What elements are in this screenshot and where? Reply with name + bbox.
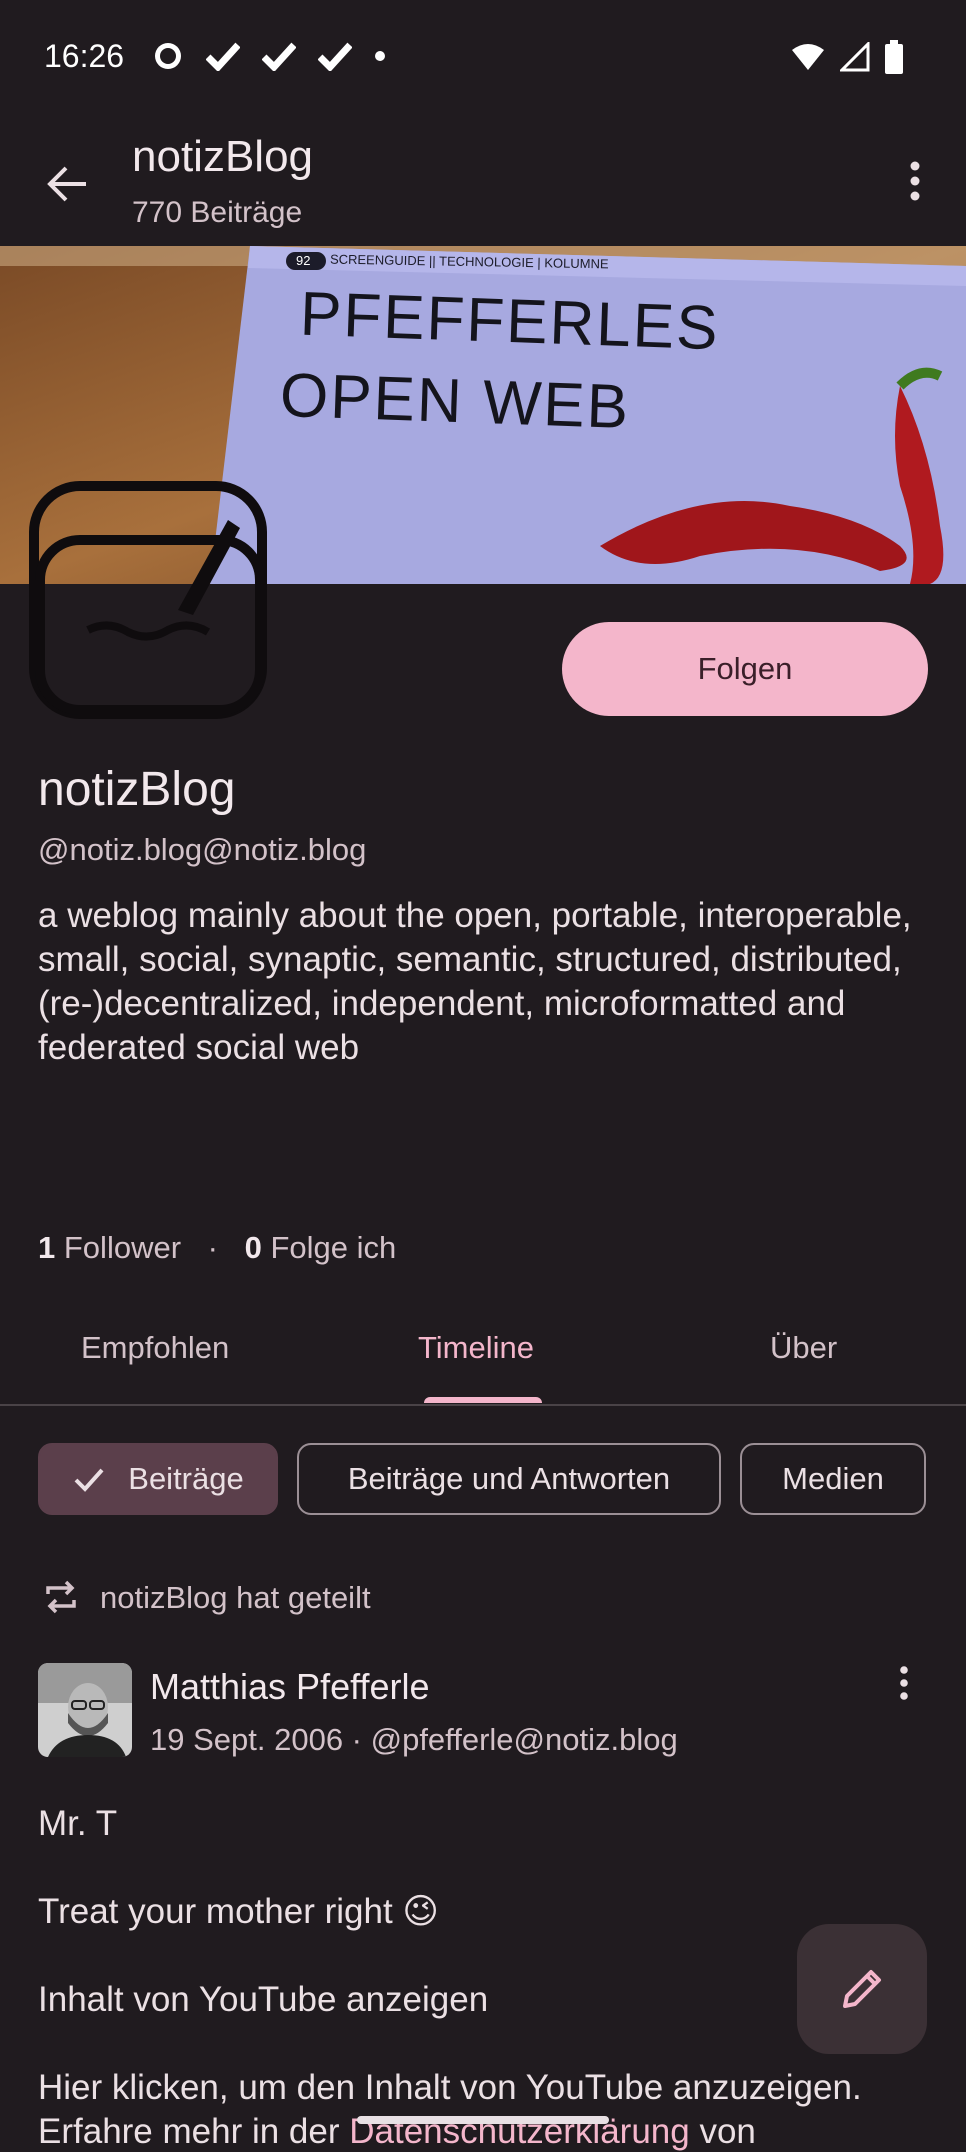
post-text-line: Treat your mother right 😉 (38, 1892, 439, 1931)
privacy-suffix: von (689, 2112, 756, 2151)
profile-bio: a weblog mainly about the open, portable… (38, 896, 912, 1067)
banner-headline-1: PFEFFERLES (298, 279, 721, 364)
post-text-line: Mr. T (38, 1804, 118, 1843)
post-author[interactable]: Matthias Pfefferle (150, 1666, 429, 1708)
compose-button[interactable] (797, 1924, 927, 2054)
youtube-consent-hint[interactable]: Hier klicken, um den Inhalt von YouTube … (38, 2068, 862, 2108)
post-count: 770 Beiträge (132, 196, 303, 229)
back-button[interactable] (40, 156, 96, 212)
filter-chip-beitraege[interactable]: Beiträge (38, 1443, 278, 1515)
boost-icon (42, 1578, 80, 1616)
profile-name: notizBlog (38, 763, 236, 816)
profile-avatar[interactable] (28, 480, 268, 720)
overflow-menu-button[interactable] (890, 156, 940, 206)
author-avatar[interactable] (38, 1663, 132, 1757)
check-badge-icon (262, 42, 296, 71)
profile-stats: 1 Follower · 0 Folge ich (38, 1230, 396, 1266)
notiz-logo-icon (29, 481, 267, 719)
followers-count: 1 (38, 1230, 56, 1265)
filter-chip-label: Beiträge (128, 1461, 244, 1496)
pencil-icon (843, 1970, 881, 2008)
post-overflow-button[interactable] (884, 1664, 924, 1704)
arrow-back-icon (47, 166, 86, 202)
following-link[interactable]: 0 Folge ich (245, 1230, 397, 1265)
more-vert-icon (910, 161, 920, 201)
profile-handle: @notiz.blog@notiz.blog (38, 832, 367, 867)
boost-text: notizBlog hat geteilt (100, 1580, 371, 1615)
notification-icons (152, 40, 386, 72)
following-count: 0 (244, 1230, 262, 1265)
chat-icon (155, 43, 181, 69)
banner-page-number: 92 (296, 253, 311, 268)
youtube-consent-title: Inhalt von YouTube anzeigen (38, 1980, 489, 2019)
tab-ueber[interactable]: Über (770, 1330, 837, 1366)
stats-separator: · (207, 1230, 218, 1265)
more-vert-icon (900, 1666, 908, 1700)
system-icons (790, 40, 904, 74)
followers-link[interactable]: 1 Follower (38, 1230, 181, 1265)
tab-divider (0, 1404, 966, 1406)
gesture-bar[interactable] (357, 2116, 609, 2124)
author-photo (38, 1663, 132, 1757)
followers-label: Follower (63, 1230, 182, 1265)
banner-headline-2: OPEN WEB (278, 360, 632, 443)
post-meta: 19 Sept. 2006 · @pfefferle@notiz.blog (150, 1722, 678, 1757)
check-badge-icon (318, 42, 352, 71)
battery-icon (885, 40, 903, 74)
privacy-prefix: Erfahre mehr in der (38, 2112, 350, 2151)
tab-empfohlen[interactable]: Empfohlen (81, 1330, 229, 1366)
signal-icon (840, 42, 870, 72)
follow-button[interactable]: Folgen (562, 622, 928, 716)
status-bar: 16:26 (0, 0, 966, 115)
dot-icon (375, 51, 385, 61)
check-badge-icon (206, 42, 240, 71)
tab-indicator (424, 1397, 542, 1403)
filter-chip-medien[interactable]: Medien (740, 1443, 926, 1515)
tab-timeline[interactable]: Timeline (418, 1330, 534, 1366)
app-bar-title: notizBlog (132, 132, 314, 181)
check-icon (74, 1468, 104, 1492)
wifi-icon (792, 44, 824, 70)
filter-chip-beitraege-und-antworten[interactable]: Beiträge und Antworten (297, 1443, 721, 1515)
status-time: 16:26 (44, 38, 125, 74)
following-label: Folge ich (270, 1230, 397, 1265)
